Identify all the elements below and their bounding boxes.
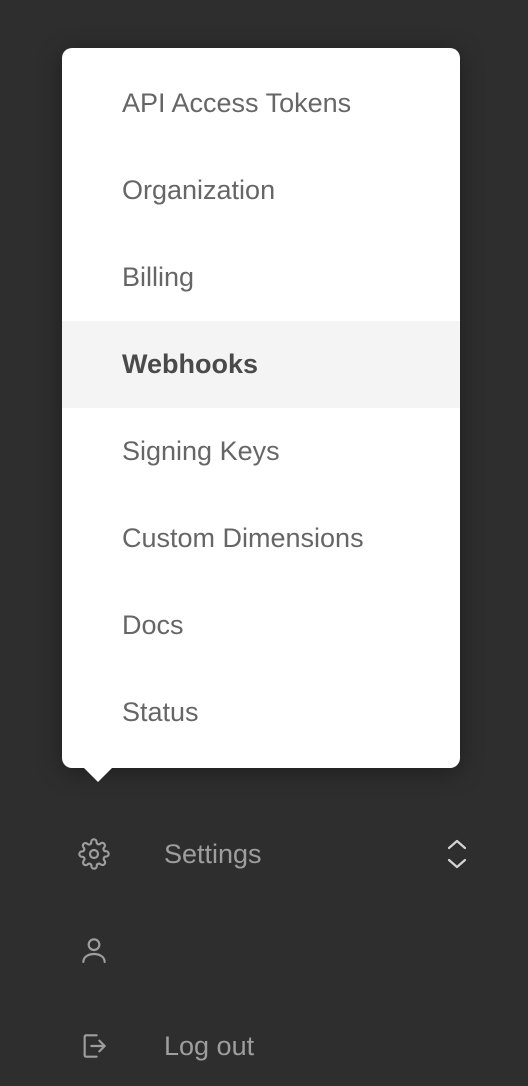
menu-item-label: Billing	[122, 262, 194, 292]
menu-item-label: Signing Keys	[122, 436, 280, 466]
menu-item-label: Custom Dimensions	[122, 523, 364, 553]
menu-item-label: Status	[122, 697, 199, 727]
nav-logout[interactable]: Log out	[0, 1030, 528, 1062]
menu-item-custom-dimensions[interactable]: Custom Dimensions	[62, 495, 460, 582]
logout-icon	[76, 1030, 112, 1062]
nav-logout-label: Log out	[164, 1031, 528, 1062]
menu-item-label: Webhooks	[122, 349, 258, 379]
nav-account[interactable]	[0, 934, 528, 966]
menu-item-organization[interactable]: Organization	[62, 147, 460, 234]
gear-icon	[76, 838, 112, 870]
menu-item-signing-keys[interactable]: Signing Keys	[62, 408, 460, 495]
nav-settings-label: Settings	[164, 839, 528, 870]
nav-settings[interactable]: Settings	[0, 838, 528, 870]
settings-popover: API Access Tokens Organization Billing W…	[62, 48, 460, 768]
menu-item-webhooks[interactable]: Webhooks	[62, 321, 460, 408]
menu-item-billing[interactable]: Billing	[62, 234, 460, 321]
menu-item-label: API Access Tokens	[122, 88, 351, 118]
sort-chevrons-icon	[446, 839, 468, 869]
menu-item-docs[interactable]: Docs	[62, 582, 460, 669]
menu-item-label: Docs	[122, 610, 184, 640]
menu-item-api-access-tokens[interactable]: API Access Tokens	[62, 48, 460, 147]
user-icon	[76, 934, 112, 966]
menu-item-status[interactable]: Status	[62, 669, 460, 768]
menu-item-label: Organization	[122, 175, 275, 205]
